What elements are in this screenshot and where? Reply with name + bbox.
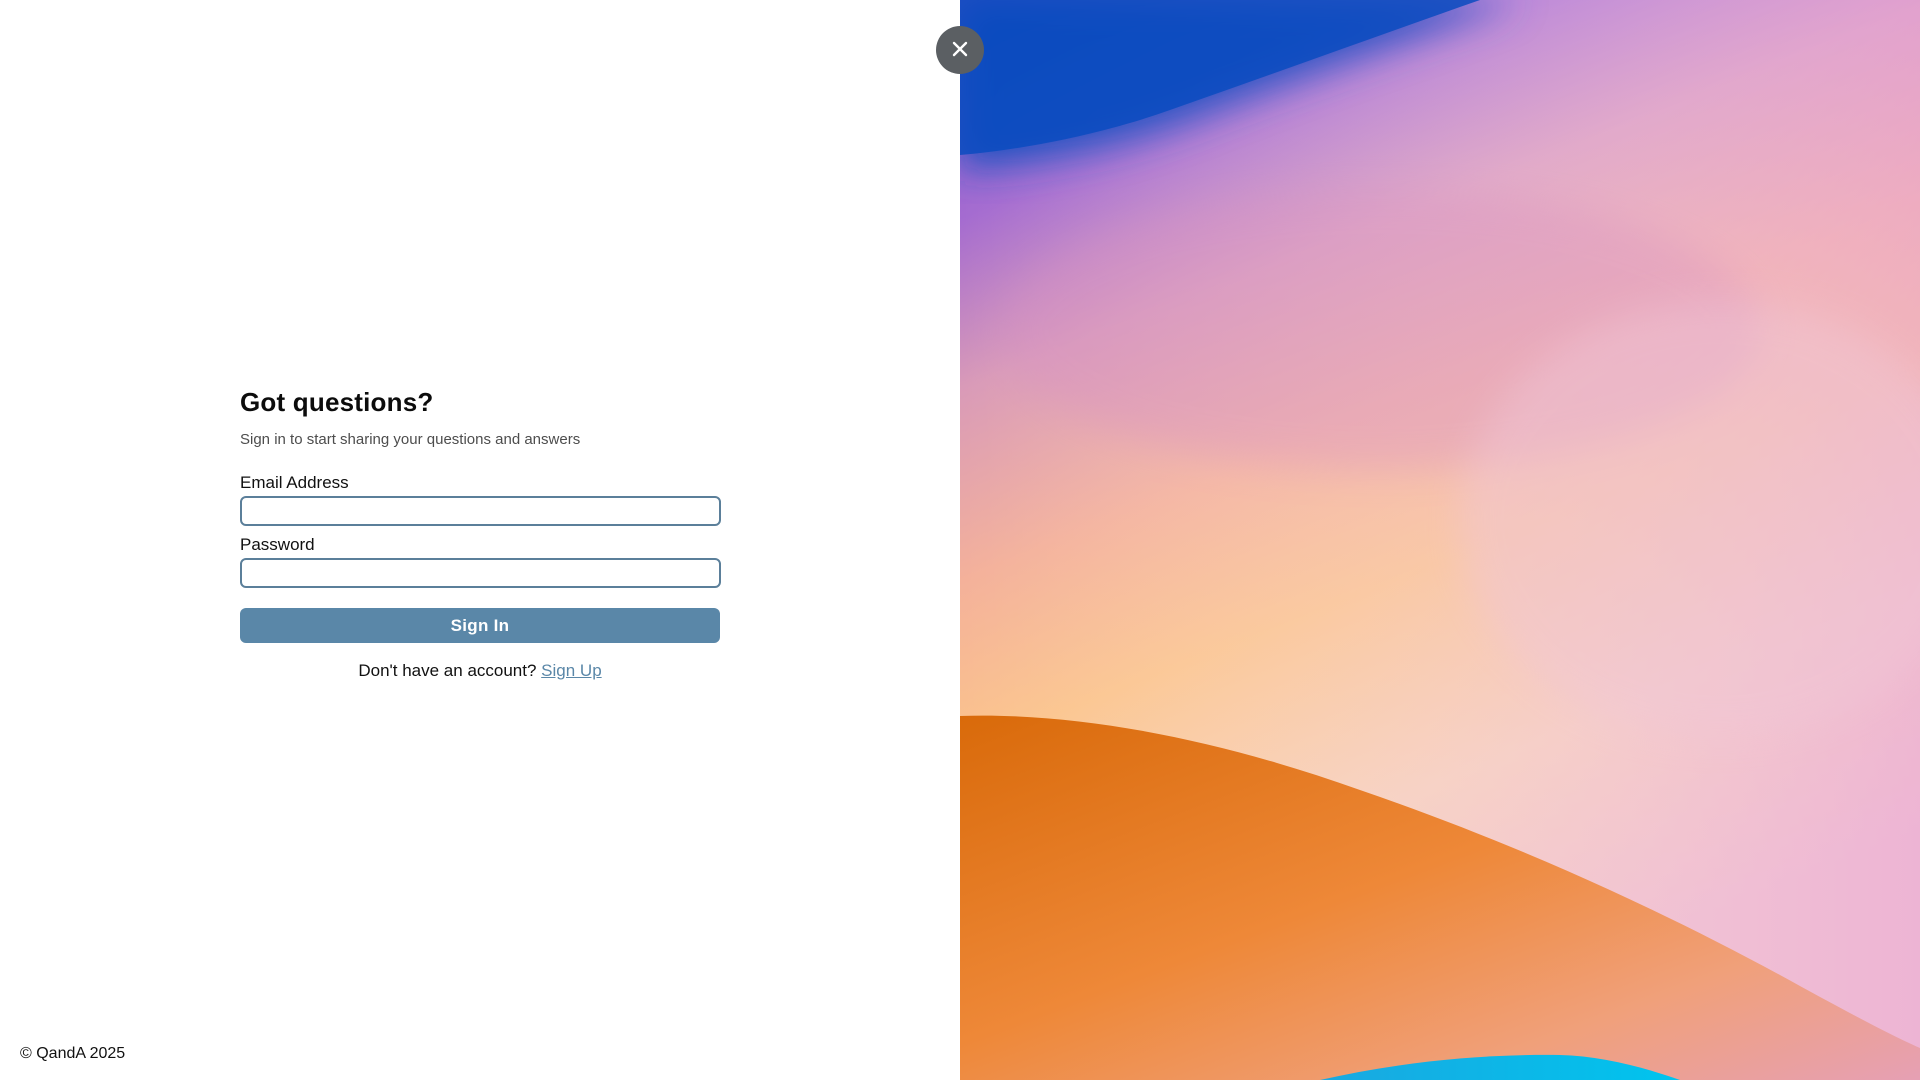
signin-panel: Got questions? Sign in to start sharing …: [0, 0, 960, 1080]
password-label: Password: [240, 535, 315, 554]
email-field[interactable]: [240, 496, 721, 526]
page-title: Got questions?: [240, 387, 434, 417]
signup-row: Don't have an account? Sign Up: [240, 660, 720, 682]
wallpaper-image: [960, 0, 1920, 1080]
signup-link[interactable]: Sign Up: [541, 661, 601, 680]
signin-button[interactable]: Sign In: [240, 608, 720, 643]
close-button[interactable]: [936, 26, 984, 74]
signin-page: Got questions? Sign in to start sharing …: [0, 0, 1920, 1080]
page-subtitle: Sign in to start sharing your questions …: [240, 431, 581, 448]
close-icon: [951, 40, 969, 61]
signin-form: Got questions? Sign in to start sharing …: [240, 384, 721, 682]
password-field[interactable]: [240, 558, 721, 588]
footer-copyright: © QandA 2025: [20, 1045, 126, 1062]
signup-prompt: Don't have an account?: [358, 661, 537, 680]
email-label: Email Address: [240, 473, 349, 492]
